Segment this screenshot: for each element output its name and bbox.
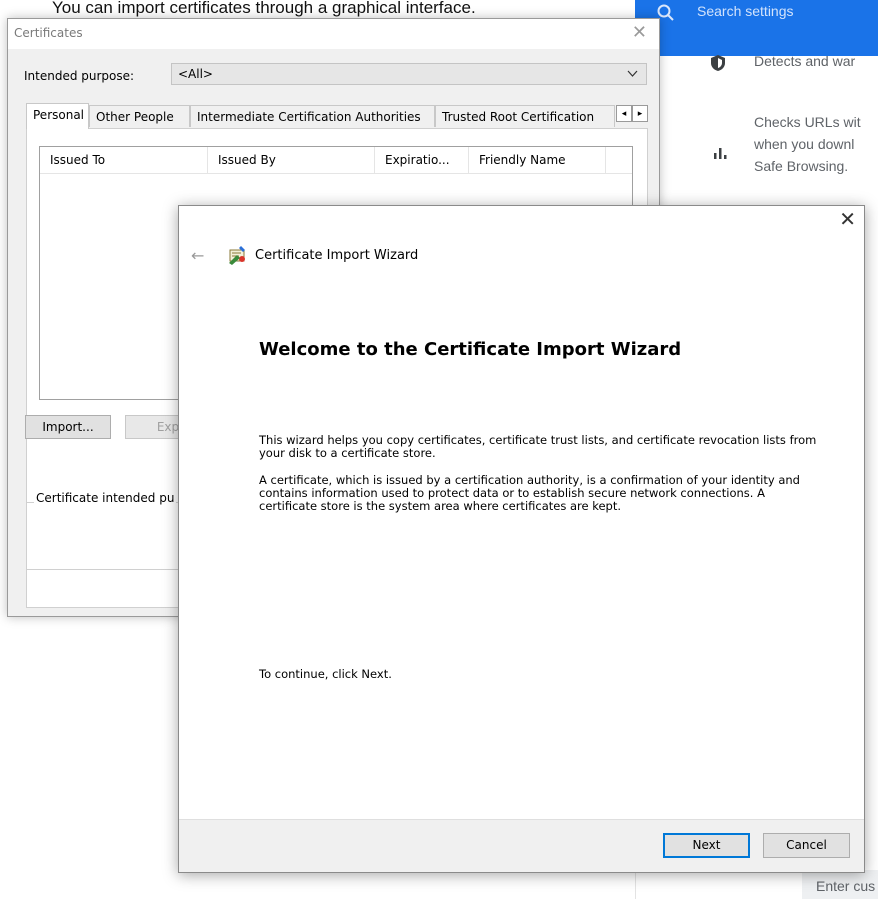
wizard-footer: Next Cancel — [179, 819, 864, 872]
next-button[interactable]: Next — [663, 833, 750, 858]
tab-intermediate-ca[interactable]: Intermediate Certification Authorities — [190, 105, 435, 127]
shield-icon — [710, 54, 726, 75]
top-caption: You can import certificates through a gr… — [52, 0, 476, 17]
import-button[interactable]: Import... — [25, 415, 111, 439]
custom-input-field[interactable]: Enter cus — [802, 870, 878, 899]
settings-toolbar: Search settings — [635, 0, 878, 56]
wizard-continue-text: To continue, click Next. — [259, 667, 392, 681]
certificate-tabs: Personal Other People Intermediate Certi… — [26, 103, 648, 129]
column-issued-by[interactable]: Issued By — [208, 147, 375, 173]
certificate-import-wizard: ✕ ← Certificate Import Wizard Welcome to… — [178, 205, 865, 873]
search-icon[interactable] — [657, 4, 677, 24]
certificates-titlebar: Certificates ✕ — [8, 19, 659, 49]
column-friendly-name[interactable]: Friendly Name — [469, 147, 606, 173]
tab-trusted-root[interactable]: Trusted Root Certification — [435, 105, 615, 127]
intended-purpose-value: <All> — [178, 67, 213, 81]
settings-row-text: Safe Browsing. — [754, 158, 849, 174]
intended-purpose-label: Intended purpose: — [24, 69, 135, 83]
cancel-button[interactable]: Cancel — [763, 833, 850, 858]
tab-scroll-left-icon[interactable]: ◂ — [616, 105, 632, 122]
certificate-wizard-icon — [227, 244, 249, 266]
wizard-window-title: Certificate Import Wizard — [255, 248, 419, 263]
bar-chart-icon — [713, 144, 729, 163]
column-expiration[interactable]: Expiratio... — [375, 147, 469, 173]
tab-other-people[interactable]: Other People — [89, 105, 190, 127]
settings-search-input[interactable]: Search settings — [697, 3, 794, 19]
settings-row-text: when you downl — [754, 136, 855, 152]
settings-row-text: Detects and war — [754, 53, 856, 69]
certificates-title: Certificates — [14, 26, 83, 40]
close-icon[interactable]: ✕ — [839, 208, 856, 230]
list-header: Issued To Issued By Expiratio... Friendl… — [40, 147, 632, 174]
tab-personal[interactable]: Personal — [26, 103, 89, 129]
wizard-intro-paragraph: This wizard helps you copy certificates,… — [259, 433, 817, 460]
intended-purpose-select[interactable]: <All> — [171, 63, 647, 85]
column-issued-to[interactable]: Issued To — [40, 147, 208, 173]
chevron-down-icon — [627, 64, 638, 91]
tab-scroll-right-icon[interactable]: ▸ — [632, 105, 648, 122]
wizard-heading: Welcome to the Certificate Import Wizard — [259, 339, 682, 360]
certificate-purposes-label: Certificate intended pu — [34, 491, 177, 505]
settings-row-text: Checks URLs wit — [754, 114, 861, 130]
wizard-definition-paragraph: A certificate, which is issued by a cert… — [259, 473, 800, 513]
back-arrow-icon[interactable]: ← — [191, 246, 204, 265]
close-icon[interactable]: ✕ — [632, 23, 647, 43]
